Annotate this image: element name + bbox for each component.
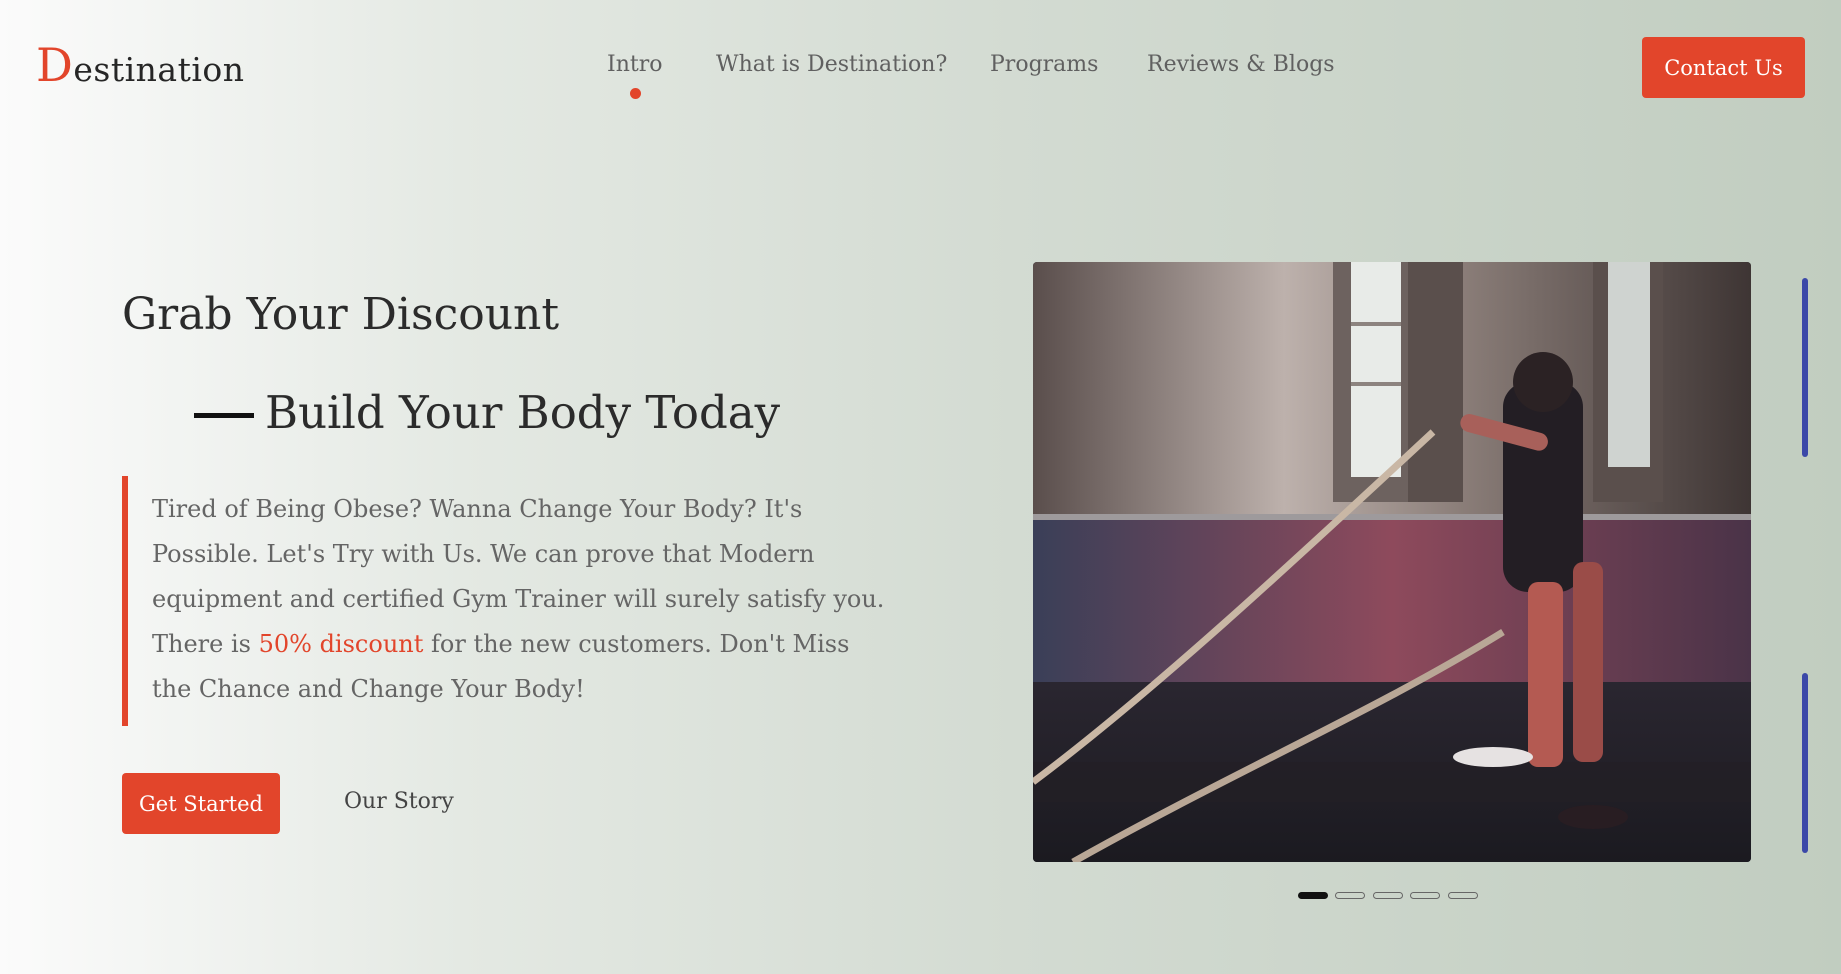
discount-highlight: 50% discount bbox=[258, 630, 424, 658]
logo[interactable]: Destination bbox=[36, 38, 245, 92]
subtitle-dash bbox=[194, 413, 254, 418]
get-started-button[interactable]: Get Started bbox=[122, 773, 280, 834]
hero-title: Grab Your Discount bbox=[122, 289, 560, 340]
hero-image-gym-battle-ropes bbox=[1033, 262, 1751, 862]
nav-item-label: Programs bbox=[990, 52, 1099, 77]
nav-item-reviews-blogs[interactable]: Reviews & Blogs bbox=[1147, 52, 1335, 77]
nav-item-programs[interactable]: Programs bbox=[990, 52, 1098, 77]
carousel-dot-5[interactable] bbox=[1448, 892, 1478, 899]
carousel-dot-2[interactable] bbox=[1335, 892, 1365, 899]
nav-item-what-is-destination[interactable]: What is Destination? bbox=[716, 52, 947, 77]
gym-photo-illustration bbox=[1033, 262, 1751, 862]
our-story-link[interactable]: Our Story bbox=[344, 789, 454, 814]
scroll-indicator-bottom[interactable] bbox=[1802, 673, 1808, 853]
carousel-dot-3[interactable] bbox=[1373, 892, 1403, 899]
hero-subtitle: Build Your Body Today bbox=[265, 386, 780, 439]
scroll-indicator-top[interactable] bbox=[1802, 278, 1808, 457]
carousel-dot-1[interactable] bbox=[1298, 892, 1328, 899]
nav-item-label: Intro bbox=[607, 52, 663, 77]
hero-description: Tired of Being Obese? Wanna Change Your … bbox=[152, 495, 885, 703]
carousel-dot-4[interactable] bbox=[1410, 892, 1440, 899]
nav-item-label: Reviews & Blogs bbox=[1147, 52, 1335, 77]
contact-us-button[interactable]: Contact Us bbox=[1642, 37, 1805, 98]
site-header: Destination Intro What is Destination? P… bbox=[0, 0, 1841, 134]
nav-item-intro[interactable]: Intro bbox=[607, 52, 663, 99]
description-accent-bar bbox=[122, 476, 128, 726]
nav-item-label: What is Destination? bbox=[716, 52, 948, 77]
active-indicator bbox=[629, 88, 641, 99]
